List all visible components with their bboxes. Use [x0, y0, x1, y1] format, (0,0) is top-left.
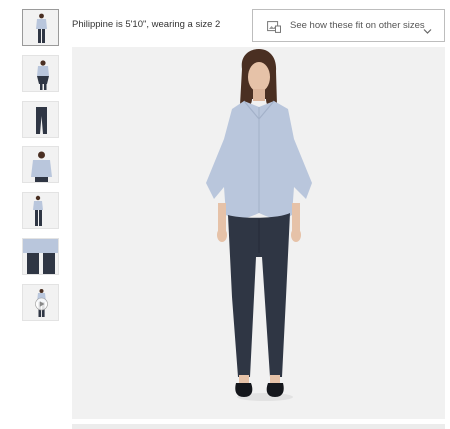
thumbnail-2[interactable] [22, 55, 59, 92]
thumbnail-6[interactable] [22, 238, 59, 275]
thumbnail-5[interactable] [22, 192, 59, 229]
thumbnail-4[interactable] [22, 146, 59, 183]
chevron-down-icon [423, 22, 432, 34]
see-fit-on-other-sizes-button[interactable]: See how these fit on other sizes [252, 9, 445, 42]
model-figure [206, 49, 312, 401]
fit-button-label: See how these fit on other sizes [290, 20, 425, 31]
thumbnail-1[interactable] [22, 9, 59, 46]
ruler-image-icon [267, 20, 281, 33]
thumbnail-3[interactable] [22, 101, 59, 138]
main-product-image[interactable] [72, 47, 445, 419]
next-image-preview [72, 424, 445, 429]
thumbnail-7-video[interactable] [22, 284, 59, 321]
model-fit-info: Philippine is 5'10", wearing a size 2 [72, 19, 221, 30]
